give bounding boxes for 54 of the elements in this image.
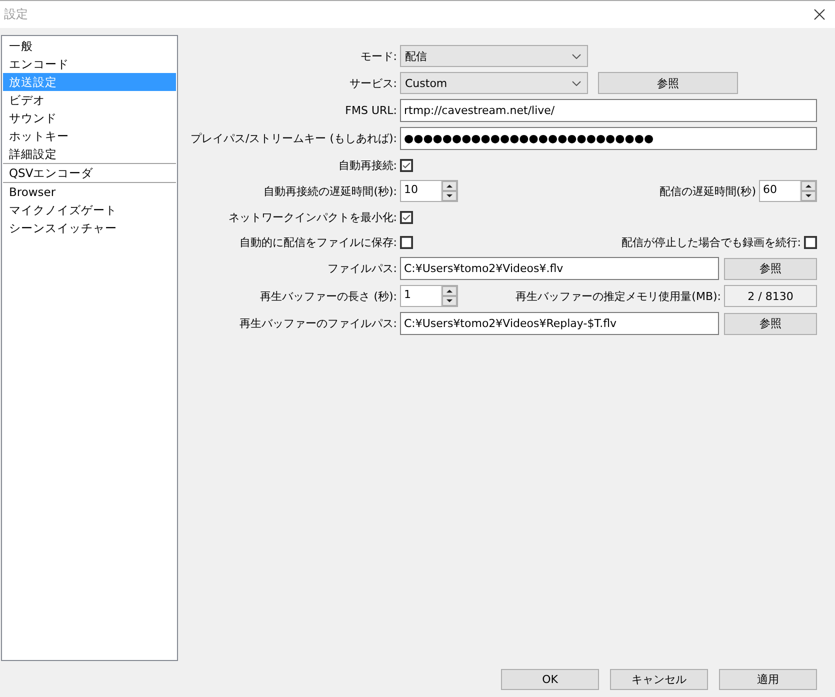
spin-down-icon[interactable] bbox=[442, 296, 457, 306]
window-title: 設定 bbox=[4, 6, 29, 23]
spin-up-icon[interactable] bbox=[801, 181, 816, 191]
spin-up-icon[interactable] bbox=[442, 181, 457, 191]
input-field[interactable]: ●●●●●●●●●●●●●●●●●●●●●●●●●● bbox=[400, 127, 817, 150]
input-field[interactable]: C:¥Users¥tomo2¥Videos¥.flv bbox=[400, 257, 719, 280]
browse-button[interactable]: 参照 bbox=[724, 312, 817, 334]
close-icon[interactable] bbox=[814, 9, 825, 20]
dialog-button[interactable]: OK bbox=[501, 668, 599, 690]
field-label: 配信が停止した場合でも録画を続行: bbox=[621, 234, 802, 250]
field-label: ファイルパス: bbox=[326, 261, 398, 276]
checkbox[interactable] bbox=[400, 210, 413, 224]
field-label: 自動的に配信をファイルに保存: bbox=[238, 234, 398, 250]
number-field[interactable]: 60 bbox=[759, 180, 817, 202]
field-label: 自動再接続の遅延時間(秒): bbox=[262, 184, 398, 198]
memory-readout: 2 / 8130 bbox=[724, 285, 817, 307]
sidebar-item[interactable]: サウンド bbox=[3, 109, 176, 127]
sidebar-item[interactable]: マイクノイズゲート bbox=[3, 201, 176, 219]
sidebar-item[interactable]: ビデオ bbox=[3, 91, 176, 109]
sidebar-item[interactable]: シーンスイッチャー bbox=[3, 219, 176, 237]
number-field[interactable]: 10 bbox=[400, 180, 458, 202]
field-label: ネットワークインパクトを最小化: bbox=[227, 210, 398, 224]
sidebar-item[interactable]: ホットキー bbox=[3, 127, 176, 145]
sidebar-item[interactable]: 詳細設定 bbox=[3, 145, 176, 163]
dialog-button[interactable]: 適用 bbox=[719, 668, 817, 690]
sidebar-item[interactable]: QSVエンコーダ bbox=[3, 164, 176, 182]
sidebar-item[interactable]: Browser bbox=[3, 183, 176, 201]
checkbox[interactable] bbox=[400, 236, 413, 248]
field-label: 配信の遅延時間(秒) bbox=[659, 184, 757, 198]
chevron-down-icon bbox=[572, 54, 581, 58]
checkbox[interactable] bbox=[400, 158, 413, 172]
dropdown[interactable]: Custom bbox=[400, 72, 588, 94]
sidebar-item[interactable]: 一般 bbox=[3, 37, 176, 55]
dropdown[interactable]: 配信 bbox=[400, 45, 588, 67]
dialog-button[interactable]: キャンセル bbox=[610, 668, 708, 690]
number-field[interactable]: 1 bbox=[400, 285, 458, 307]
field-label: モード: bbox=[359, 48, 398, 64]
checkbox[interactable] bbox=[804, 236, 817, 248]
chevron-down-icon bbox=[572, 80, 581, 86]
field-label: 自動再接続: bbox=[337, 158, 398, 172]
field-label: FMS URL: bbox=[344, 104, 398, 117]
field-label: プレイパス/ストリームキー (もしあれば): bbox=[190, 131, 398, 146]
field-label: 再生バッファーの推定メモリ使用量(MB): bbox=[516, 288, 722, 304]
browse-button[interactable]: 参照 bbox=[598, 72, 738, 94]
input-field[interactable]: rtmp://cavestream.net/live/ bbox=[400, 99, 817, 122]
field-label: 再生バッファーのファイルパス: bbox=[238, 316, 398, 331]
spin-down-icon[interactable] bbox=[801, 191, 816, 201]
input-field[interactable]: C:¥Users¥tomo2¥Videos¥Replay-$T.flv bbox=[400, 312, 719, 335]
spin-up-icon[interactable] bbox=[442, 286, 457, 296]
spin-down-icon[interactable] bbox=[442, 191, 457, 201]
sidebar-item[interactable]: エンコード bbox=[3, 55, 176, 73]
field-label: 再生バッファーの長さ (秒): bbox=[259, 288, 398, 304]
browse-button[interactable]: 参照 bbox=[724, 258, 817, 280]
field-label: サービス: bbox=[348, 76, 398, 90]
